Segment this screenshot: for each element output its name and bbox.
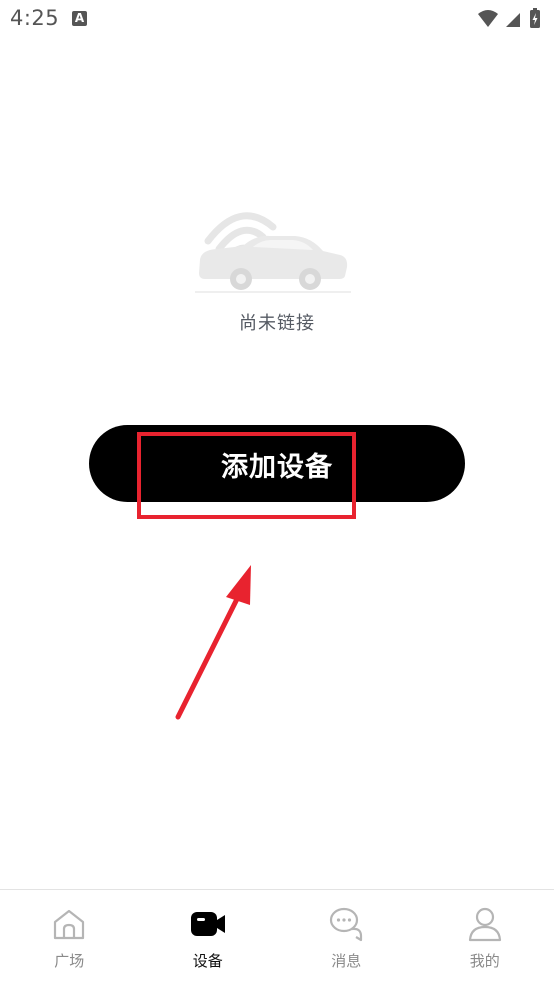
add-device-button[interactable]: 添加设备: [89, 425, 465, 502]
tab-square[interactable]: 广场: [0, 890, 139, 984]
car-wifi-illustration: [195, 205, 351, 297]
tab-mine[interactable]: 我的: [416, 890, 554, 984]
signal-icon: [506, 13, 520, 27]
chat-icon: [330, 907, 363, 942]
tab-messages-label: 消息: [331, 952, 362, 970]
status-icons: [476, 8, 546, 30]
tab-device[interactable]: 设备: [139, 890, 278, 984]
notification-a-icon: A: [72, 11, 87, 26]
not-connected-text: 尚未链接: [239, 313, 315, 334]
video-camera-icon: [190, 912, 225, 936]
wifi-icon: [478, 10, 498, 27]
bottom-tab-bar: 广场 设备 消息 我的: [0, 889, 554, 984]
tab-messages[interactable]: 消息: [277, 890, 416, 984]
battery-charging-icon: [530, 8, 540, 28]
status-bar: 4:25 A: [0, 0, 554, 40]
device-screen: 4:25 A 尚未链接 添加设备 广场 设备 消息 我的: [0, 0, 554, 984]
tab-square-label: 广场: [54, 952, 85, 970]
annotation-arrow: [175, 565, 251, 720]
add-device-label: 添加设备: [221, 452, 333, 482]
tab-device-label: 设备: [192, 952, 223, 970]
status-time: 4:25: [10, 6, 60, 30]
tab-mine-label: 我的: [469, 952, 500, 970]
user-icon: [468, 907, 501, 942]
home-icon: [54, 909, 85, 940]
